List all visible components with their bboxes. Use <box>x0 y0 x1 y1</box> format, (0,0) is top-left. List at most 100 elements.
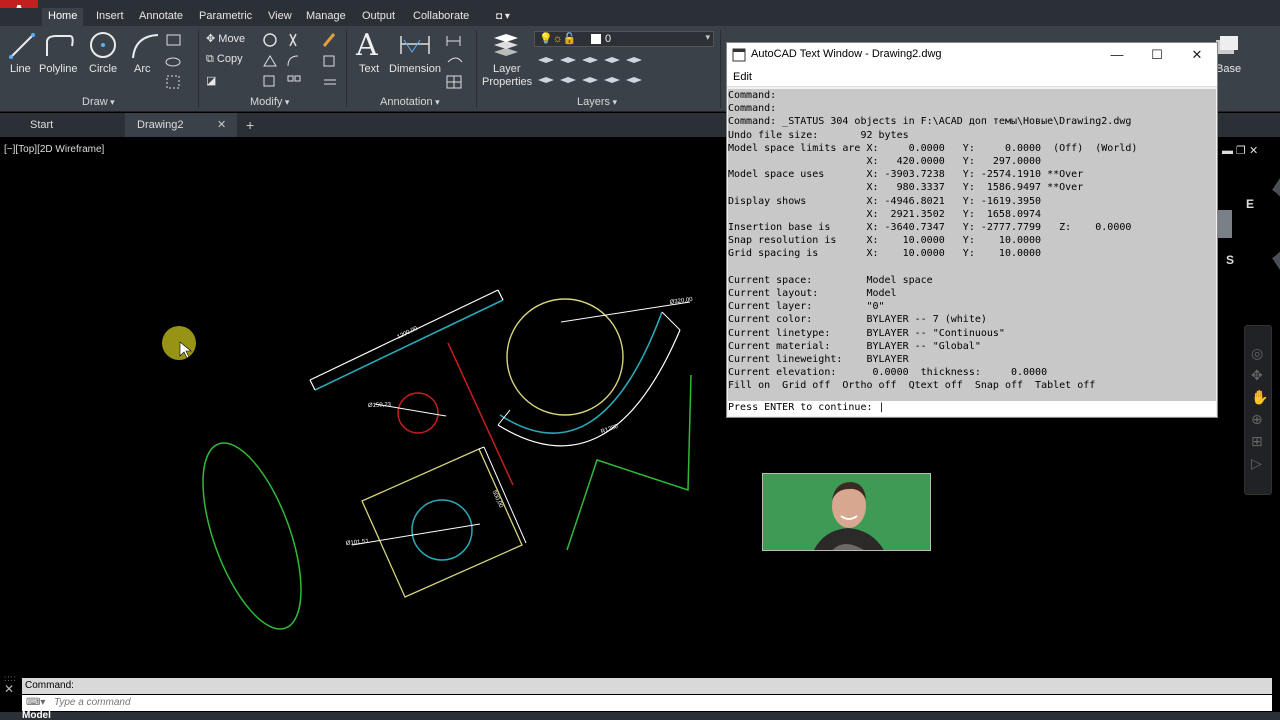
new-tab-plus-icon[interactable]: + <box>246 113 254 137</box>
ribbon-separator <box>346 30 347 108</box>
dimension-1200: 1200,00 <box>396 325 419 340</box>
ribbon-separator <box>198 30 199 108</box>
green-polyline[interactable] <box>566 374 692 551</box>
line-button[interactable]: Line <box>10 63 31 75</box>
arc-end <box>497 409 511 426</box>
annotation-tools-icons[interactable] <box>444 32 470 92</box>
chevron-down-icon: ▾ <box>705 32 710 42</box>
polyline-icon[interactable] <box>44 32 74 60</box>
tab-drawing2[interactable]: Drawing2 ✕ <box>125 113 237 137</box>
current-layer-name: 0 <box>605 33 612 45</box>
stretch-icon[interactable]: ◪ <box>206 74 216 87</box>
text-window-history[interactable]: Command: Command: Command: _STATUS 304 obj… <box>728 89 1216 401</box>
history-line: Current layout: Model <box>728 288 897 300</box>
yellow-circle[interactable] <box>506 298 624 416</box>
history-line: Undo file size: 92 bytes <box>728 129 909 141</box>
command-input[interactable]: ⌨▾ Type a command <box>22 695 1272 711</box>
close-icon[interactable]: ✕ <box>4 682 14 696</box>
base-button[interactable]: Base <box>1216 63 1241 75</box>
history-line: Current space: Model space <box>728 274 933 286</box>
history-line: Current linetype: BYLAYER -- "Continuous… <box>728 327 1005 339</box>
copy-button[interactable]: ⧉ Copy <box>206 53 243 66</box>
circle-icon[interactable] <box>88 30 118 60</box>
rotated-rectangle[interactable] <box>309 289 504 391</box>
arc-button[interactable]: Arc <box>134 63 151 75</box>
text-window[interactable]: AutoCAD Text Window - Drawing2.dwg — ☐ ✕… <box>726 42 1218 418</box>
close-button[interactable]: ✕ <box>1177 45 1217 65</box>
dimension-icon[interactable] <box>398 32 432 60</box>
command-options-icon[interactable]: ⌨▾ <box>26 695 45 711</box>
history-line: Snap resolution is X: 10.0000 Y: 10.0000 <box>728 235 1042 247</box>
red-circle[interactable] <box>397 392 439 434</box>
history-line: Current layer: "0" <box>728 301 885 313</box>
tab-view[interactable]: View <box>262 8 298 26</box>
tab-start[interactable]: Start <box>30 113 53 137</box>
text-window-titlebar[interactable]: AutoCAD Text Window - Drawing2.dwg — ☐ ✕ <box>727 43 1217 67</box>
history-line: Model space limits are X: 0.0000 Y: 0.00… <box>728 142 1138 154</box>
tab-drawing2-label: Drawing2 <box>137 119 184 131</box>
move-label: Move <box>218 33 246 45</box>
text-button[interactable]: Text <box>359 63 379 75</box>
minimize-button[interactable]: — <box>1097 45 1137 65</box>
history-line: Model space uses X: -3903.7238 Y: -2574.… <box>728 169 1084 181</box>
text-window-title: AutoCAD Text Window - Drawing2.dwg <box>751 48 942 60</box>
menu-edit[interactable]: Edit <box>733 71 752 83</box>
layers-panel-title[interactable]: Layers <box>577 96 617 108</box>
viewport-controls[interactable]: [−][Top][2D Wireframe] <box>4 144 104 155</box>
circle-button[interactable]: Circle <box>89 63 117 75</box>
annotation-panel-title[interactable]: Annotation <box>380 96 440 108</box>
text-window-prompt[interactable]: Press ENTER to continue: | <box>728 401 1216 416</box>
layer-properties-icon[interactable] <box>490 30 522 60</box>
tab-manage[interactable]: Manage <box>300 8 352 26</box>
arc-icon[interactable] <box>130 32 160 60</box>
history-line: Current elevation: 0.0000 thickness: 0.0… <box>728 367 1048 379</box>
tab-insert[interactable]: Insert <box>90 8 130 26</box>
history-line: Command: _STATUS 304 objects in F:\ACAD … <box>728 116 1132 128</box>
modify-tools-icons[interactable] <box>260 30 344 90</box>
tab-home[interactable]: Home <box>42 8 84 26</box>
tab-collaborate[interactable]: Collaborate <box>407 8 475 26</box>
dimension-r1280: R1280 <box>600 423 619 435</box>
tab-annotate[interactable]: Annotate <box>133 8 189 26</box>
tab-output[interactable]: Output <box>356 8 401 26</box>
modify-panel-title[interactable]: Modify <box>250 96 289 108</box>
copy-label: Copy <box>216 53 243 65</box>
history-line: Fill on Grid off Ortho off Qtext off Sna… <box>728 380 1096 392</box>
status-bar <box>0 712 1280 720</box>
ribbon-separator <box>476 30 477 108</box>
ribbon-tab-bar: Home Insert Annotate Parametric View Man… <box>0 8 1280 26</box>
dimension-tick <box>478 446 485 450</box>
navigation-bar[interactable]: ◎ ✥ ✋ ⊕ ⊞ ▷ <box>1244 325 1272 495</box>
presenter-image <box>763 474 930 550</box>
move-button[interactable]: ✥ Move <box>206 32 245 45</box>
dimension-button[interactable]: Dimension <box>389 63 441 75</box>
text-icon[interactable]: A <box>356 28 378 63</box>
history-line: Current material: BYLAYER -- "Global" <box>728 340 981 352</box>
draw-panel-title[interactable]: Draw <box>82 96 115 108</box>
nav-tools-icons[interactable]: ◎ ✥ ✋ ⊕ ⊞ ▷ <box>1251 342 1268 474</box>
layer-label-line2[interactable]: Properties <box>482 76 532 88</box>
arc-end <box>661 311 681 331</box>
workspace-toggle-icon[interactable]: ◘ ▾ <box>490 8 516 26</box>
layer-label-line1[interactable]: Layer <box>493 63 521 75</box>
layer-tools-icons[interactable] <box>534 50 644 90</box>
tab-parametric[interactable]: Parametric <box>193 8 258 26</box>
layer-color-swatch <box>591 34 601 44</box>
draw-tools-icons[interactable] <box>164 32 194 92</box>
viewport-window-controls[interactable]: ▬ ❐ ✕ <box>1222 144 1258 157</box>
arc-cyan[interactable] <box>499 311 663 434</box>
dimension-150: Ø150,23 <box>368 402 392 409</box>
polyline-button[interactable]: Polyline <box>39 63 78 75</box>
layer-state-icons: 💡☼🔓 <box>539 33 577 45</box>
history-line: X: 980.3337 Y: 1586.9497 **Over <box>728 182 1084 194</box>
close-icon[interactable]: ✕ <box>217 113 226 137</box>
line-icon[interactable] <box>8 32 36 60</box>
history-line: Command: <box>728 103 777 115</box>
maximize-button[interactable]: ☐ <box>1137 45 1177 65</box>
dimension-101: Ø101,51 <box>346 539 370 547</box>
green-ellipse[interactable] <box>183 431 321 641</box>
red-line[interactable] <box>447 342 514 486</box>
layer-dropdown[interactable]: 💡☼🔓 0 ▾ <box>534 31 714 47</box>
model-tab[interactable]: Model <box>22 711 51 720</box>
yellow-square[interactable] <box>361 448 523 598</box>
